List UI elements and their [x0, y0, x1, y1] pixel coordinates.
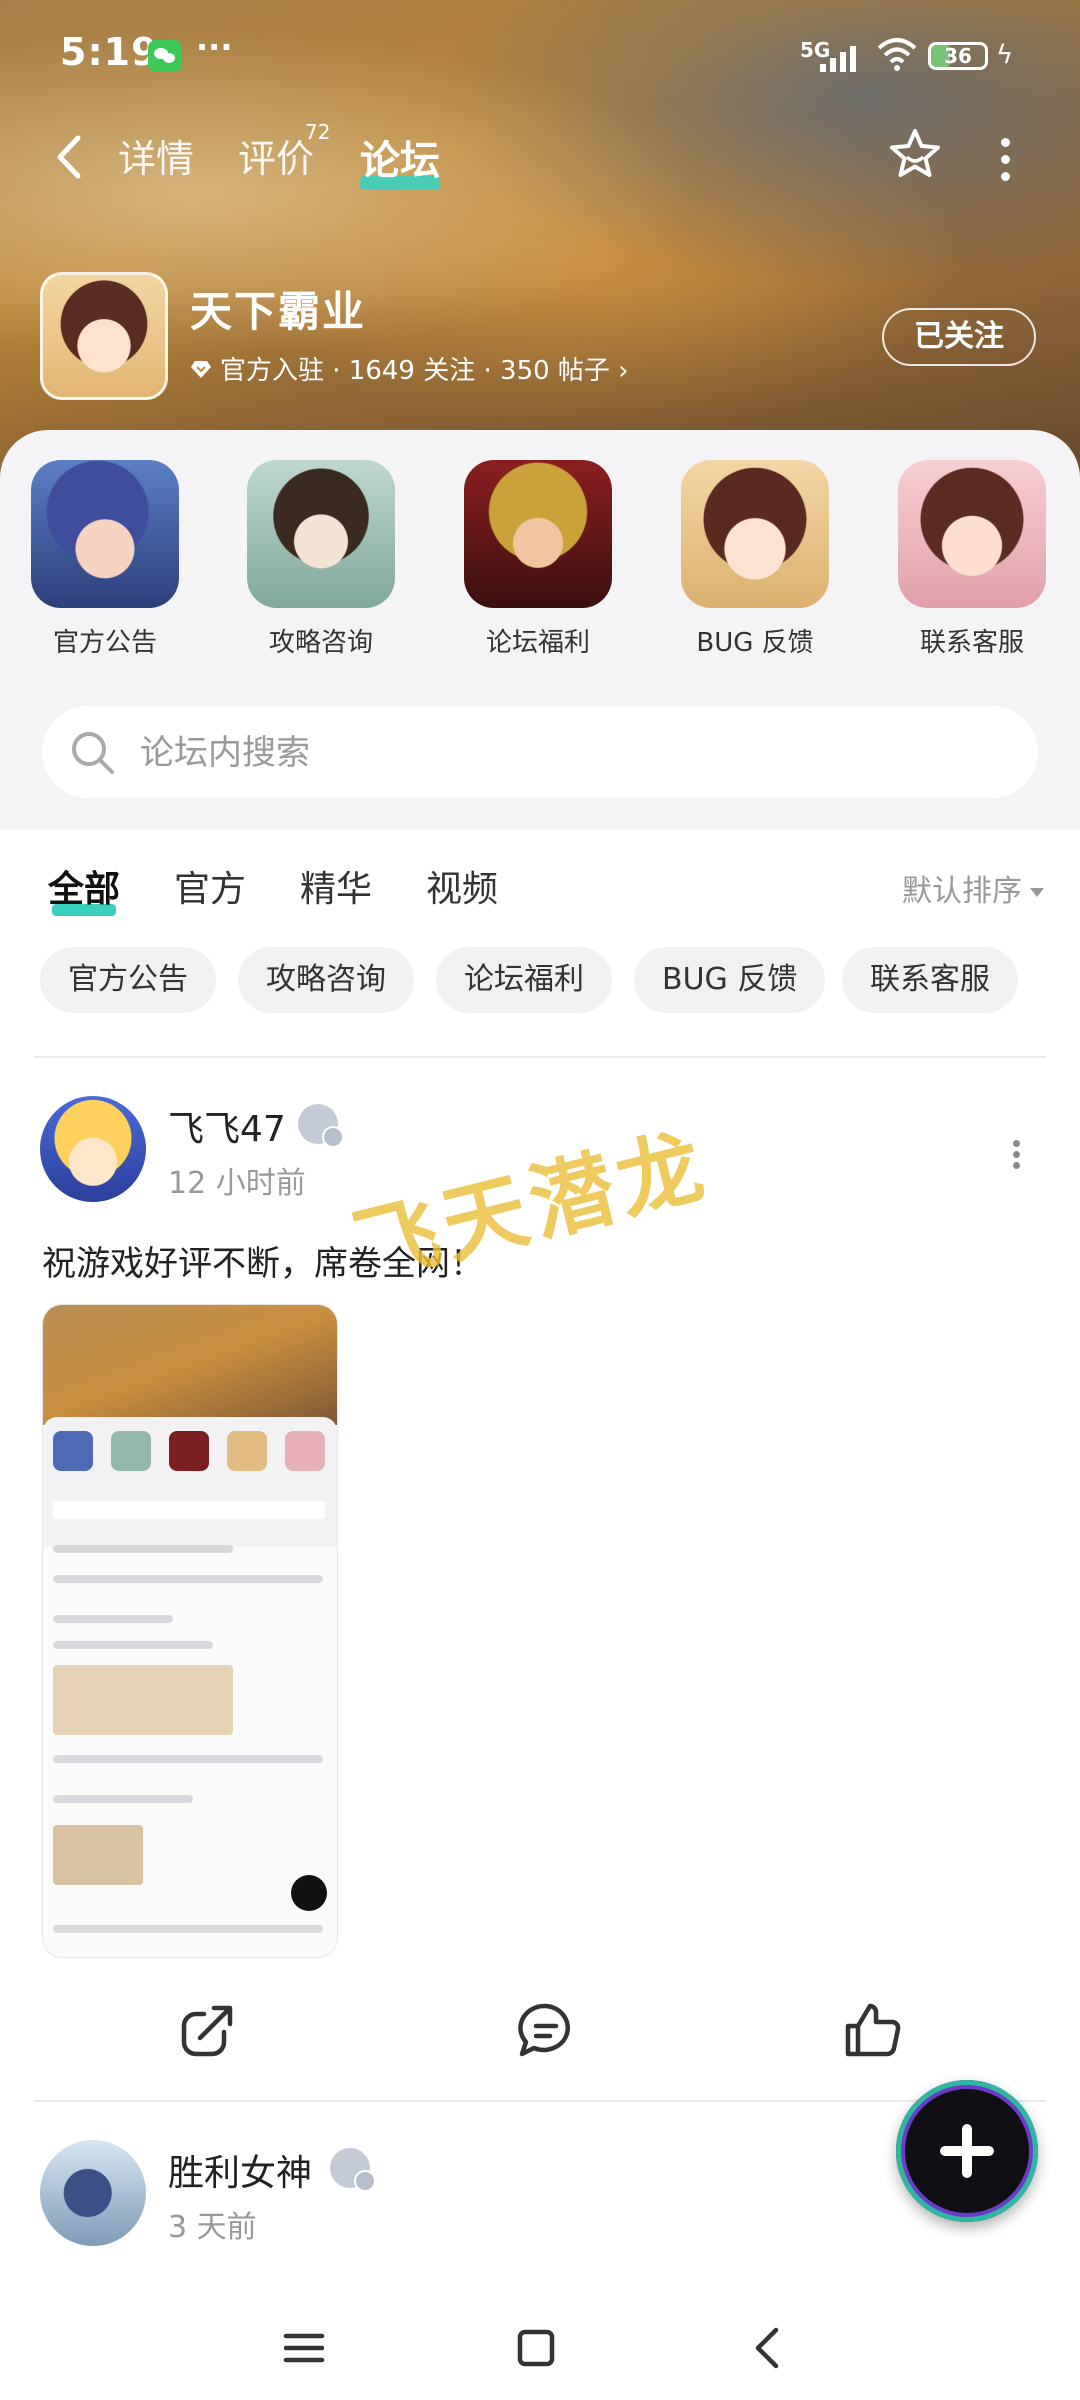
section-label: 官方公告 [52, 628, 157, 658]
tab-reviews[interactable]: 评价 [238, 128, 314, 183]
chip-contact-support[interactable]: 联系客服 [842, 947, 1018, 1013]
more-vertical-icon[interactable] [1006, 1136, 1026, 1176]
section-image [247, 460, 395, 608]
section-image [898, 460, 1046, 608]
thumb-image [53, 1825, 143, 1885]
forum-sheet: 官方公告 攻略咨询 论坛福利 BUG 反馈 联系客服 [0, 430, 1080, 830]
create-post-button[interactable] [896, 2080, 1038, 2222]
section-guides[interactable]: 攻略咨询 [236, 460, 406, 659]
signal-icon [820, 44, 864, 72]
content-tabs: 全部 官方 精华 视频 默认排序 [0, 852, 1080, 922]
search-input[interactable] [138, 706, 1002, 800]
section-label: BUG 反馈 [696, 628, 814, 658]
tab-video[interactable]: 视频 [426, 860, 498, 912]
sort-dropdown[interactable]: 默认排序 [902, 866, 1044, 910]
official-diamond-icon [191, 360, 211, 378]
thumbs-up-icon[interactable] [840, 1998, 904, 2062]
thumb-line [53, 1925, 323, 1933]
level-badge-icon [330, 2148, 376, 2192]
thumb-line [53, 1641, 213, 1649]
section-label: 论坛福利 [485, 628, 590, 658]
post-actions [0, 1998, 1080, 2070]
thumb-line [53, 1615, 173, 1623]
chip-guides[interactable]: 攻略咨询 [238, 947, 414, 1013]
menu-icon[interactable] [274, 2318, 334, 2378]
search-icon [72, 732, 114, 774]
wifi-icon [877, 38, 917, 71]
tab-official[interactable]: 官方 [174, 860, 246, 912]
thumb-line [53, 1575, 323, 1583]
thumb-fab [291, 1875, 327, 1911]
section-image [464, 460, 612, 608]
post-image-thumbnail[interactable] [42, 1304, 338, 1958]
thumb-section [111, 1431, 151, 1471]
section-bug-feedback[interactable]: BUG 反馈 [670, 460, 840, 659]
game-avatar[interactable] [40, 272, 168, 400]
post-header: 胜利女神 3 天前 [40, 2140, 1040, 2250]
avatar[interactable] [40, 2140, 146, 2246]
tab-details[interactable]: 详情 [118, 128, 194, 183]
star-icon[interactable] [886, 126, 944, 184]
thumb-section [285, 1431, 325, 1471]
tab-forum[interactable]: 论坛 [360, 128, 440, 190]
status-bar: 5:19 ··· 5G 36 ϟ [0, 0, 1080, 110]
home-square-icon[interactable] [506, 2318, 566, 2378]
post-username[interactable]: 飞飞47 [168, 1100, 286, 1152]
post-time: 3 天前 [168, 2210, 257, 2245]
level-badge-icon [298, 1104, 344, 1148]
avatar[interactable] [40, 1096, 146, 1202]
game-meta-text: 官方入驻 · 1649 关注 · 350 帖子 › [220, 356, 629, 386]
status-time: 5:19 [60, 30, 159, 74]
post-time: 12 小时前 [168, 1166, 306, 1201]
comment-icon[interactable] [514, 1998, 578, 2062]
section-image [31, 460, 179, 608]
more-vertical-icon[interactable] [990, 130, 1020, 182]
game-name: 天下霸业 [190, 287, 367, 336]
top-nav: 详情 评价 72 论坛 [0, 120, 1080, 190]
section-list: 官方公告 攻略咨询 论坛福利 BUG 反馈 联系客服 [0, 460, 1080, 660]
thumb-banner [43, 1305, 337, 1425]
divider [34, 1056, 1046, 1058]
section-label: 联系客服 [919, 628, 1024, 658]
chip-welfare[interactable]: 论坛福利 [436, 947, 612, 1013]
back-chevron-icon[interactable] [738, 2318, 798, 2378]
share-icon[interactable] [176, 1998, 240, 2062]
battery-level: 36 [944, 44, 972, 68]
chip-announcements[interactable]: 官方公告 [40, 947, 216, 1013]
back-arrow-icon[interactable] [50, 132, 90, 182]
battery-icon: 36 [928, 42, 988, 70]
section-contact-support[interactable]: 联系客服 [887, 460, 1057, 659]
tab-all[interactable]: 全部 [48, 860, 120, 916]
game-info: 天下霸业 官方入驻 · 1649 关注 · 350 帖子 › 已关注 [40, 272, 1040, 402]
thumb-section [169, 1431, 209, 1471]
thumb-section [227, 1431, 267, 1471]
thumb-section [53, 1431, 93, 1471]
system-nav-bar [0, 2290, 1080, 2400]
thumb-line [53, 1755, 323, 1763]
charging-icon: ϟ [996, 40, 1014, 70]
follow-button[interactable]: 已关注 [882, 308, 1036, 366]
thumb-search [53, 1501, 325, 1519]
section-announcements[interactable]: 官方公告 [20, 460, 190, 659]
section-label: 攻略咨询 [268, 628, 373, 658]
chip-bug-feedback[interactable]: BUG 反馈 [634, 947, 826, 1013]
divider [34, 2100, 1046, 2102]
thumb-image [53, 1665, 233, 1735]
status-more-dots: ··· [196, 28, 233, 66]
forum-search-bar[interactable] [42, 706, 1038, 800]
section-image [681, 460, 829, 608]
tab-featured[interactable]: 精华 [300, 860, 372, 912]
filter-chips: 官方公告 攻略咨询 论坛福利 BUG 反馈 联系客服 [40, 947, 1060, 1013]
game-meta[interactable]: 官方入驻 · 1649 关注 · 350 帖子 › [190, 350, 629, 387]
thumb-line [53, 1795, 193, 1803]
post-username[interactable]: 胜利女神 [168, 2144, 312, 2196]
section-welfare[interactable]: 论坛福利 [453, 460, 623, 659]
wechat-icon [148, 40, 182, 72]
thumb-line [53, 1545, 233, 1553]
reviews-count: 72 [305, 120, 331, 144]
